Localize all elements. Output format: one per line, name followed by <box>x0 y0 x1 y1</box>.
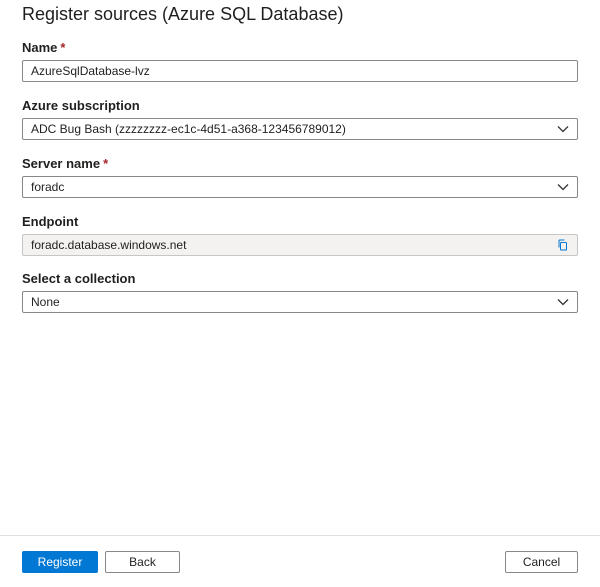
required-asterisk: * <box>103 156 109 171</box>
server-name-label-text: Server name <box>22 156 101 171</box>
collection-selected-value: None <box>31 295 60 309</box>
panel-title: Register sources (Azure SQL Database) <box>22 4 344 24</box>
name-label-text: Name <box>22 40 58 55</box>
register-button[interactable]: Register <box>22 551 98 573</box>
endpoint-field: foradc.database.windows.net <box>22 234 578 256</box>
collection-dropdown[interactable]: None <box>22 291 578 313</box>
cancel-button[interactable]: Cancel <box>505 551 578 573</box>
server-name-label: Server name * <box>22 156 108 172</box>
footer-divider <box>0 535 600 536</box>
server-name-dropdown[interactable]: foradc <box>22 176 578 198</box>
name-input[interactable] <box>22 60 578 82</box>
register-sources-panel: Register sources (Azure SQL Database) Na… <box>0 0 600 587</box>
endpoint-label: Endpoint <box>22 214 79 229</box>
name-label: Name * <box>22 40 65 56</box>
chevron-down-icon <box>556 180 570 194</box>
required-asterisk: * <box>60 40 66 55</box>
subscription-dropdown[interactable]: ADC Bug Bash (zzzzzzzz-ec1c-4d51-a368-12… <box>22 118 578 140</box>
copy-icon[interactable] <box>555 237 571 253</box>
collection-label: Select a collection <box>22 271 136 286</box>
chevron-down-icon <box>556 295 570 309</box>
server-name-selected-value: foradc <box>31 180 65 194</box>
subscription-label: Azure subscription <box>22 98 140 113</box>
subscription-selected-value: ADC Bug Bash (zzzzzzzz-ec1c-4d51-a368-12… <box>31 122 346 136</box>
chevron-down-icon <box>556 122 570 136</box>
back-button[interactable]: Back <box>105 551 180 573</box>
endpoint-value: foradc.database.windows.net <box>31 238 187 252</box>
